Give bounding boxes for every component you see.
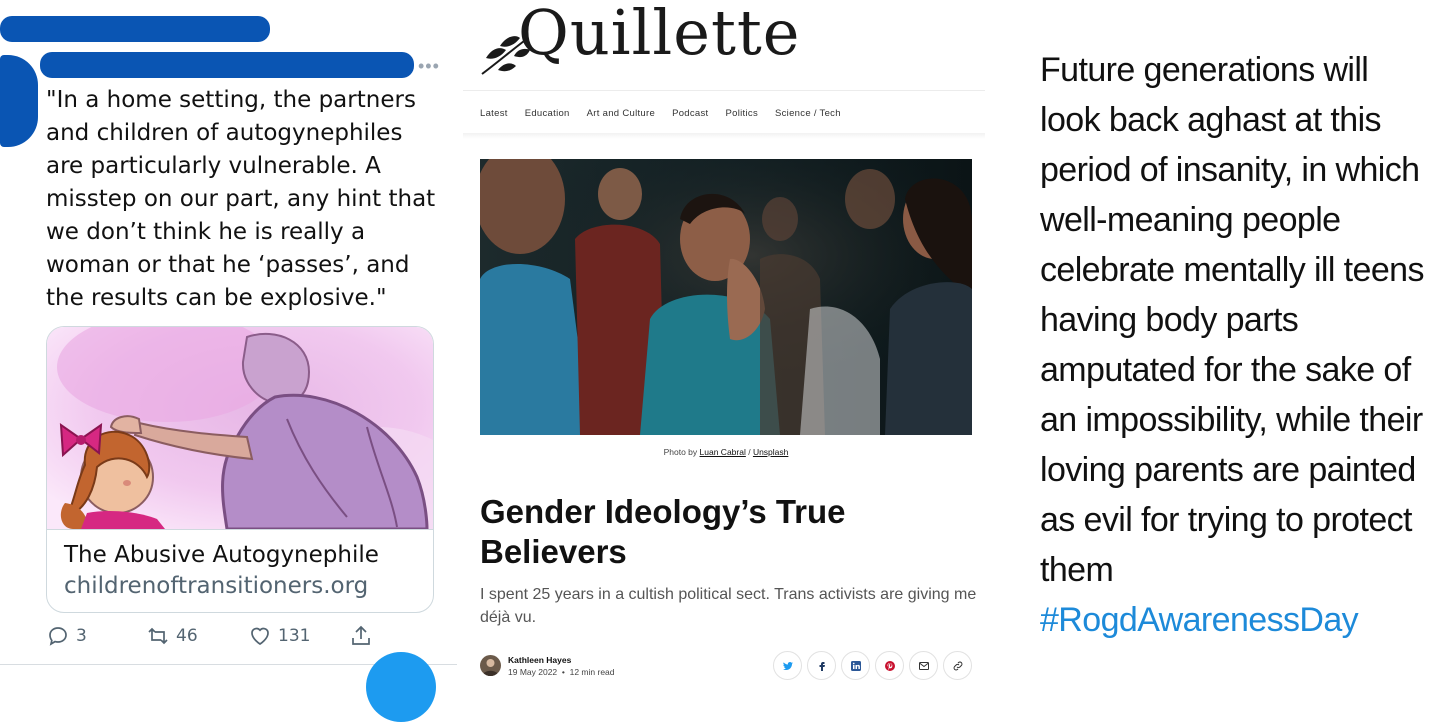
more-options-icon[interactable]: ••• — [418, 56, 440, 77]
quote-panel: Future generations will look back aghast… — [1000, 0, 1456, 687]
nav-item-politics[interactable]: Politics — [726, 108, 759, 119]
like-button[interactable]: 131 — [248, 624, 310, 648]
nav-item-podcast[interactable]: Podcast — [672, 108, 708, 119]
caption-prefix: Photo by — [663, 447, 700, 457]
share-twitter-button[interactable] — [773, 651, 802, 680]
nav-divider — [463, 90, 985, 91]
tweet-actions: 3 46 131 — [46, 624, 436, 656]
main-navigation: Latest Education Art and Culture Podcast… — [480, 108, 858, 119]
nav-item-art-and-culture[interactable]: Art and Culture — [587, 108, 655, 119]
facebook-icon — [819, 661, 825, 671]
linkedin-icon — [850, 660, 861, 671]
article-meta: 19 May 2022 • 12 min read — [508, 667, 615, 677]
tweet-text: "In a home setting, the partners and chi… — [46, 87, 436, 311]
nav-item-latest[interactable]: Latest — [480, 108, 508, 119]
card-domain: childrenoftransitioners.org — [64, 573, 369, 599]
reply-button[interactable]: 3 — [46, 624, 87, 648]
publish-date: 19 May 2022 — [508, 667, 558, 677]
article-subheadline: I spent 25 years in a cultish political … — [480, 586, 977, 626]
reply-icon — [49, 627, 67, 646]
quillette-logo[interactable]: Quillette — [478, 0, 801, 82]
read-time: 12 min read — [569, 667, 615, 677]
pinterest-icon — [884, 660, 895, 671]
redacted-display-name — [0, 16, 270, 42]
retweet-icon — [148, 627, 168, 645]
photo-caption: Photo by Luan Cabral / Unsplash — [480, 447, 972, 457]
nav-item-science-tech[interactable]: Science / Tech — [775, 108, 841, 119]
logo-wordmark: Quillette — [518, 0, 801, 69]
link-icon — [953, 661, 962, 670]
article-hero-photo — [480, 159, 972, 435]
card-title: The Abusive Autogynephile — [64, 542, 379, 568]
share-icon — [352, 625, 370, 645]
card-info: The Abusive Autogynephile childrenoftran… — [47, 529, 433, 612]
hashtag-link[interactable]: #RogdAwarenessDay — [1040, 595, 1359, 645]
unsplash-link[interactable]: Unsplash — [753, 447, 788, 457]
retweet-button[interactable]: 46 — [146, 624, 198, 648]
twitter-icon — [782, 661, 793, 670]
share-pinterest-button[interactable] — [875, 651, 904, 680]
email-icon — [918, 661, 929, 670]
link-preview-card[interactable]: The Abusive Autogynephile childrenoftran… — [46, 326, 434, 613]
copy-link-button[interactable] — [943, 651, 972, 680]
article-headline: Gender Ideology’s True Believers — [480, 493, 846, 570]
quillette-article-panel: Quillette Latest Education Art and Cultu… — [463, 0, 993, 687]
share-button[interactable] — [349, 624, 373, 648]
share-email-button[interactable] — [909, 651, 938, 680]
author-avatar[interactable] — [480, 655, 501, 676]
retweet-count: 46 — [176, 626, 198, 646]
compose-tweet-button[interactable] — [366, 652, 436, 722]
nav-shadow — [463, 133, 985, 139]
redacted-avatar — [0, 55, 38, 147]
share-linkedin-button[interactable] — [841, 651, 870, 680]
author-name[interactable]: Kathleen Hayes — [508, 655, 571, 665]
heart-icon — [251, 627, 269, 646]
card-illustration — [47, 327, 433, 547]
tweet-panel: ••• "In a home setting, the partners and… — [0, 0, 457, 722]
photographer-link[interactable]: Luan Cabral — [700, 447, 746, 457]
caption-separator: / — [745, 447, 753, 457]
quote-text: Future generations will look back aghast… — [1040, 51, 1424, 589]
nav-item-education[interactable]: Education — [525, 108, 570, 119]
like-count: 131 — [278, 626, 311, 646]
meta-separator: • — [561, 667, 565, 677]
share-facebook-button[interactable] — [807, 651, 836, 680]
redacted-handle — [40, 52, 414, 78]
reply-count: 3 — [76, 626, 87, 646]
